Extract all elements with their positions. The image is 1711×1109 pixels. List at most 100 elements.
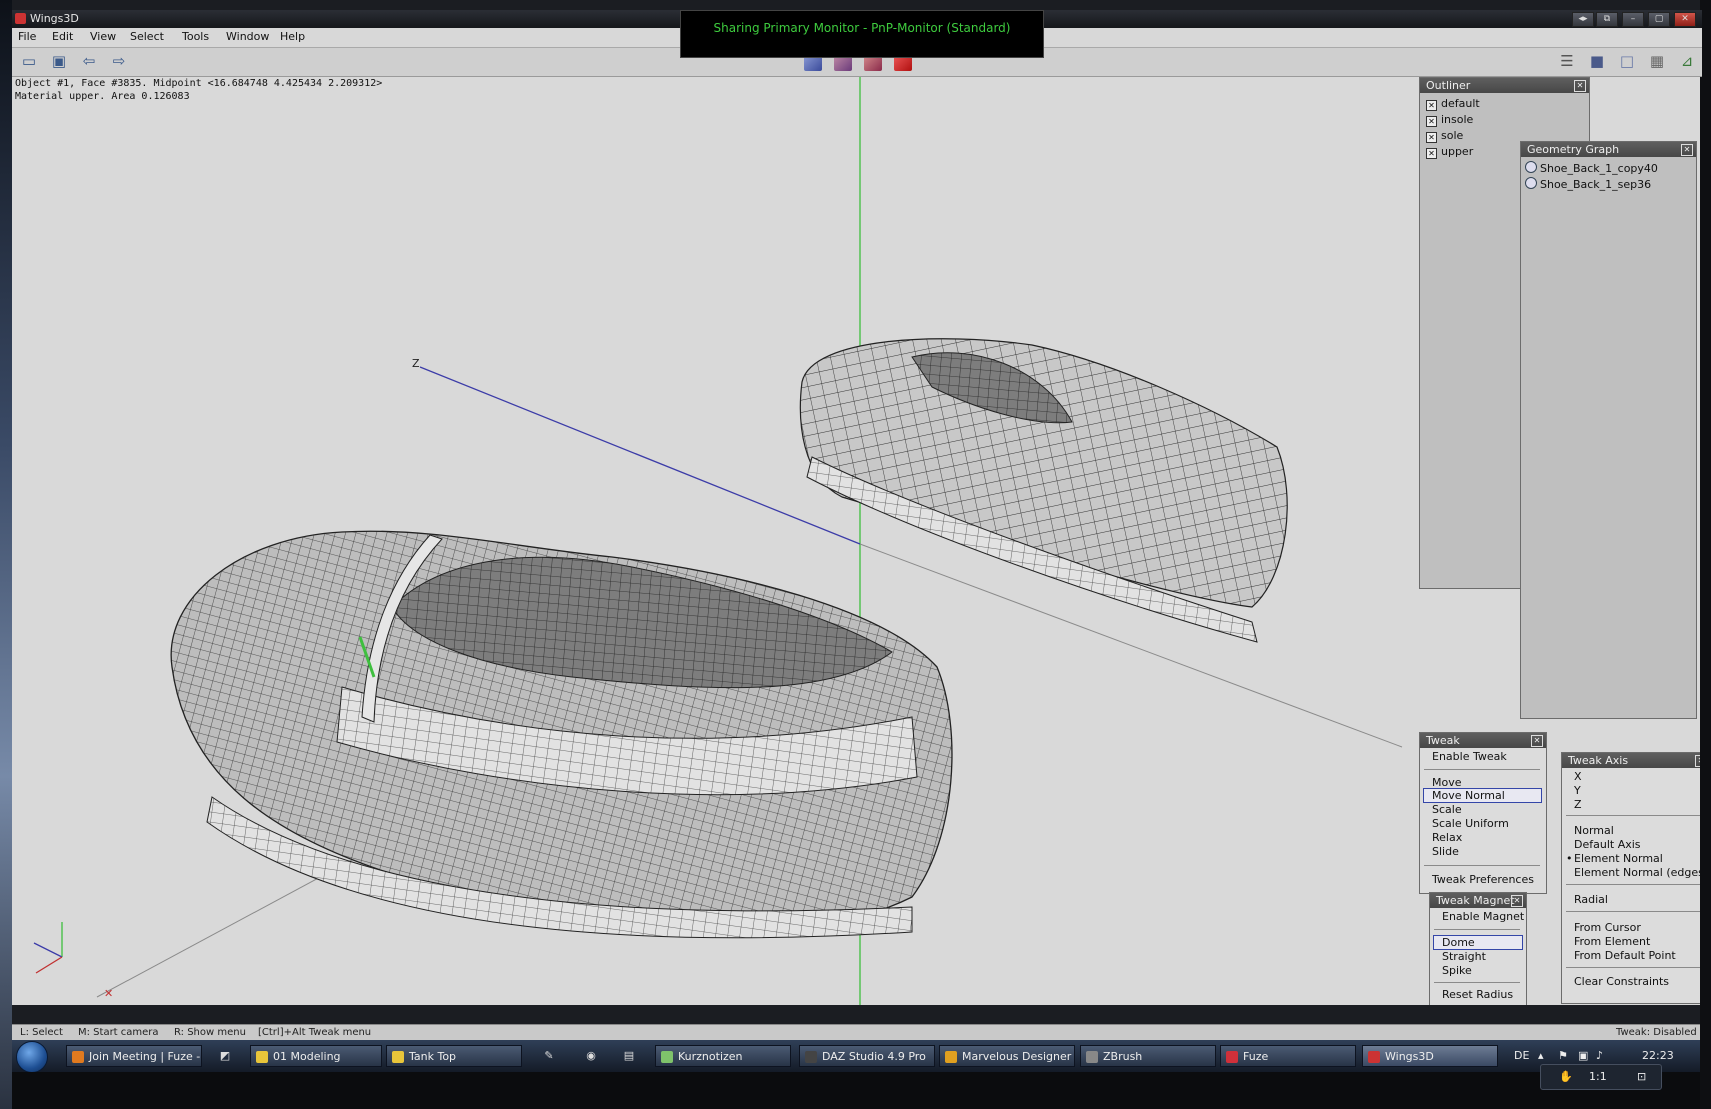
- notes-icon: [661, 1051, 673, 1063]
- enable-tweak-item[interactable]: Enable Tweak: [1432, 750, 1507, 763]
- menu-file[interactable]: File: [18, 30, 36, 43]
- axis-x-item[interactable]: X: [1574, 770, 1582, 783]
- tweak-preferences-item[interactable]: Tweak Preferences: [1432, 873, 1534, 886]
- redo-icon[interactable]: ⇨: [108, 51, 130, 71]
- task-daz-studio[interactable]: DAZ Studio 4.9 Pro: [799, 1045, 935, 1067]
- undo-icon[interactable]: ⇦: [78, 51, 100, 71]
- zoom-ratio[interactable]: 1:1: [1589, 1070, 1607, 1083]
- menu-tools[interactable]: Tools: [182, 30, 209, 43]
- magnet-dome-item[interactable]: Dome: [1442, 936, 1475, 949]
- axis-normal-item[interactable]: Normal: [1574, 824, 1614, 837]
- magnet-straight-item[interactable]: Straight: [1442, 950, 1486, 963]
- tweak-axis-title: Tweak Axis: [1568, 754, 1629, 767]
- menu-help[interactable]: Help: [280, 30, 305, 43]
- tweak-magnet-close-icon[interactable]: ✕: [1511, 895, 1523, 907]
- tweak-axis-header[interactable]: Tweak Axis ✕: [1562, 753, 1700, 768]
- geometry-graph-item[interactable]: Shoe_Back_1_sep36: [1525, 177, 1651, 191]
- tray-arrow-icon[interactable]: ▴: [1538, 1049, 1544, 1062]
- hand-icon[interactable]: ✋: [1559, 1070, 1573, 1083]
- menu-select[interactable]: Select: [130, 30, 164, 43]
- menu-separator: [1434, 982, 1520, 983]
- outliner-icon[interactable]: ☰: [1556, 51, 1578, 71]
- axis-element-normal-item[interactable]: Element Normal: [1574, 852, 1663, 865]
- zbrush-icon: [1086, 1051, 1098, 1063]
- outliner-header[interactable]: Outliner ✕: [1420, 78, 1589, 93]
- task-kurznotizen[interactable]: Kurznotizen: [655, 1045, 791, 1067]
- outliner-item[interactable]: ✕ default: [1426, 97, 1480, 111]
- clear-constraints-item[interactable]: Clear Constraints: [1574, 975, 1669, 988]
- maximize-button[interactable]: ▢: [1648, 12, 1670, 27]
- menu-window[interactable]: Window: [226, 30, 269, 43]
- outliner-item[interactable]: ✕ upper: [1426, 145, 1473, 159]
- wings3d-logo-icon: [15, 13, 26, 24]
- status-tweak-hint: [Ctrl]+Alt Tweak menu: [258, 1027, 372, 1038]
- from-default-point-item[interactable]: From Default Point: [1574, 949, 1676, 962]
- save-icon[interactable]: ▣: [48, 51, 70, 71]
- checkbox-icon[interactable]: ✕: [1426, 116, 1437, 127]
- clock[interactable]: 22:23: [1642, 1049, 1674, 1062]
- fit-icon[interactable]: ⊡: [1637, 1070, 1646, 1083]
- quicklaunch-icon[interactable]: ◩: [218, 1049, 232, 1063]
- tweak-close-icon[interactable]: ✕: [1531, 735, 1543, 747]
- close-window-button[interactable]: ✕: [1674, 12, 1696, 27]
- axis-radial-item[interactable]: Radial: [1574, 893, 1608, 906]
- checkbox-icon[interactable]: ✕: [1426, 148, 1437, 159]
- tweak-axis-palette: Tweak Axis ✕ X Y Z Normal Default Axis •…: [1561, 752, 1700, 1004]
- open-icon[interactable]: ▭: [18, 51, 40, 71]
- outliner-close-icon[interactable]: ✕: [1574, 80, 1586, 92]
- tweak-move-normal-item[interactable]: Move Normal: [1432, 789, 1505, 802]
- outliner-item[interactable]: ✕ sole: [1426, 129, 1463, 143]
- task-zbrush[interactable]: ZBrush: [1080, 1045, 1216, 1067]
- network-icon[interactable]: ▣: [1578, 1049, 1588, 1062]
- axis-element-normal-edges-item[interactable]: Element Normal (edges): [1574, 866, 1700, 879]
- from-cursor-item[interactable]: From Cursor: [1574, 921, 1641, 934]
- geometry-graph-header[interactable]: Geometry Graph ✕: [1521, 142, 1696, 157]
- task-01-modeling[interactable]: 01 Modeling: [250, 1045, 382, 1067]
- checkbox-icon[interactable]: ✕: [1426, 132, 1437, 143]
- flag-icon[interactable]: ⚑: [1558, 1049, 1568, 1062]
- tweak-relax-item[interactable]: Relax: [1432, 831, 1462, 844]
- smooth-icon[interactable]: ▦: [1646, 51, 1668, 71]
- start-button[interactable]: [16, 1041, 48, 1073]
- task-join-meeting[interactable]: Join Meeting | Fuze -...: [66, 1045, 202, 1067]
- task-wings3d[interactable]: Wings3D: [1362, 1045, 1498, 1067]
- axis-z-item[interactable]: Z: [1574, 798, 1582, 811]
- geometry-graph-title: Geometry Graph: [1527, 143, 1620, 156]
- axis-y-item[interactable]: Y: [1574, 784, 1581, 797]
- menu-edit[interactable]: Edit: [52, 30, 73, 43]
- quicklaunch-icon[interactable]: ◉: [584, 1049, 598, 1063]
- tweak-magnet-header[interactable]: Tweak Magnet ✕: [1430, 893, 1526, 908]
- menu-view[interactable]: View: [90, 30, 116, 43]
- task-fuze[interactable]: Fuze: [1220, 1045, 1356, 1067]
- minimize-button[interactable]: –: [1622, 12, 1644, 27]
- axes-icon[interactable]: ⊿: [1676, 51, 1698, 71]
- enable-magnet-item[interactable]: Enable Magnet: [1442, 910, 1524, 923]
- tweak-scale-uniform-item[interactable]: Scale Uniform: [1432, 817, 1509, 830]
- tweak-axis-close-icon[interactable]: ✕: [1695, 755, 1700, 767]
- geometry-graph-item[interactable]: Shoe_Back_1_copy40: [1525, 161, 1658, 175]
- quicklaunch-icon[interactable]: ▤: [622, 1049, 636, 1063]
- sharing-arrows-button[interactable]: ◂▸: [1572, 12, 1594, 27]
- menu-separator: [1434, 929, 1520, 930]
- quicklaunch-icon[interactable]: ✎: [542, 1049, 556, 1063]
- reset-radius-item[interactable]: Reset Radius: [1442, 988, 1513, 1001]
- geometry-graph-close-icon[interactable]: ✕: [1681, 144, 1693, 156]
- axis-default-axis-item[interactable]: Default Axis: [1574, 838, 1641, 851]
- volume-icon[interactable]: ♪: [1596, 1049, 1603, 1062]
- shaded-cube-icon[interactable]: ■: [1586, 51, 1608, 71]
- task-tank-top[interactable]: Tank Top: [386, 1045, 522, 1067]
- z-axis-line: [419, 366, 861, 545]
- outliner-item[interactable]: ✕ insole: [1426, 113, 1473, 127]
- magnet-spike-item[interactable]: Spike: [1442, 964, 1472, 977]
- checkbox-icon[interactable]: ✕: [1426, 100, 1437, 111]
- task-marvelous-designer[interactable]: Marvelous Designer ...: [939, 1045, 1075, 1067]
- tweak-scale-item[interactable]: Scale: [1432, 803, 1462, 816]
- language-indicator[interactable]: DE: [1514, 1049, 1529, 1062]
- 3d-viewport[interactable]: Object #1, Face #3835. Midpoint <16.6847…: [12, 77, 1700, 1005]
- tweak-slide-item[interactable]: Slide: [1432, 845, 1459, 858]
- tweak-header[interactable]: Tweak ✕: [1420, 733, 1546, 748]
- wire-cube-icon[interactable]: □: [1616, 51, 1638, 71]
- from-element-item[interactable]: From Element: [1574, 935, 1650, 948]
- restore-window-button[interactable]: ⧉: [1596, 12, 1618, 27]
- object-icon: [1525, 161, 1537, 173]
